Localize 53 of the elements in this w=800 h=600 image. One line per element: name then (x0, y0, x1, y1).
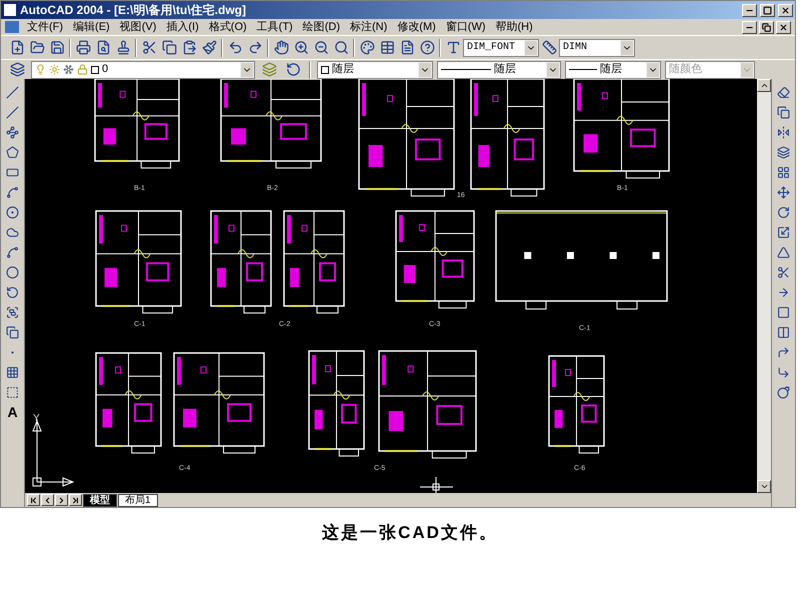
color-swatch-icon (321, 66, 329, 74)
plot-style-value: 随颜色 (669, 62, 702, 78)
color-value: 随层 (332, 62, 354, 78)
menu-item[interactable]: 绘图(D) (298, 18, 344, 36)
linetype-dropdown[interactable]: 随层 (437, 60, 561, 78)
linetype-value: 随层 (494, 62, 516, 78)
menu-item[interactable]: 文件(F) (23, 18, 68, 36)
window-title: AutoCAD 2004 - [E:\明\备用\tu\住宅.dwg] (20, 2, 247, 19)
menu-item[interactable]: 标注(N) (346, 18, 392, 36)
sun-icon (49, 64, 60, 75)
caption: 这是一张CAD文件。 (322, 522, 498, 544)
color-dropdown[interactable]: 随层 (317, 60, 433, 78)
lineweight-value: 随层 (600, 62, 622, 78)
vertical-scrollbar[interactable] (757, 79, 771, 493)
menu-item[interactable]: 工具(T) (252, 18, 297, 36)
maximize-icon[interactable] (760, 4, 775, 16)
text-tool[interactable]: A (2, 402, 22, 422)
layer-dropdown[interactable]: 0 (31, 60, 255, 78)
scroll-down-icon[interactable] (757, 480, 771, 493)
next-tab-icon[interactable] (55, 494, 68, 506)
scroll-up-icon[interactable] (757, 79, 771, 92)
dimension-style-dropdown[interactable]: DIMN (559, 38, 635, 56)
line-sample-icon (441, 69, 491, 70)
layer-name: 0 (102, 62, 108, 78)
menu-item[interactable]: 视图(V) (116, 18, 160, 36)
menu-item[interactable]: 编辑(E) (69, 18, 114, 36)
dimension-style-value: DIMN (563, 41, 588, 55)
lightbulb-icon (35, 64, 46, 75)
layout-tab[interactable]: 布局1 (118, 494, 158, 506)
snowflake-icon (63, 64, 74, 75)
menu-item[interactable]: 帮助(H) (492, 18, 537, 36)
close-icon[interactable] (776, 20, 791, 34)
ucs-axis-label: Y (33, 412, 40, 426)
minimize-icon[interactable] (742, 20, 757, 34)
text-style-dropdown[interactable]: DIM_FONT (463, 38, 539, 56)
restore-icon[interactable] (759, 20, 774, 34)
color-swatch-icon (91, 66, 99, 74)
first-tab-icon[interactable] (27, 494, 40, 506)
close-icon[interactable] (778, 4, 793, 16)
menu-item[interactable]: 插入(I) (162, 18, 203, 36)
menu-item[interactable]: 窗口(W) (442, 18, 490, 36)
lock-icon (77, 64, 88, 75)
menu-item[interactable]: 修改(M) (393, 18, 440, 36)
lineweight-dropdown[interactable]: 随层 (565, 60, 661, 78)
line-sample-icon (569, 69, 597, 70)
app-logo-icon (3, 3, 17, 17)
last-tab-icon[interactable] (69, 494, 82, 506)
minimize-icon[interactable] (742, 4, 757, 16)
layout-tab[interactable]: 模型 (83, 494, 117, 506)
menu-item[interactable]: 格式(O) (204, 18, 251, 36)
crosshair-cursor-icon (420, 476, 454, 493)
previous-tab-icon[interactable] (41, 494, 54, 506)
text-style-value: DIM_FONT (467, 41, 516, 55)
